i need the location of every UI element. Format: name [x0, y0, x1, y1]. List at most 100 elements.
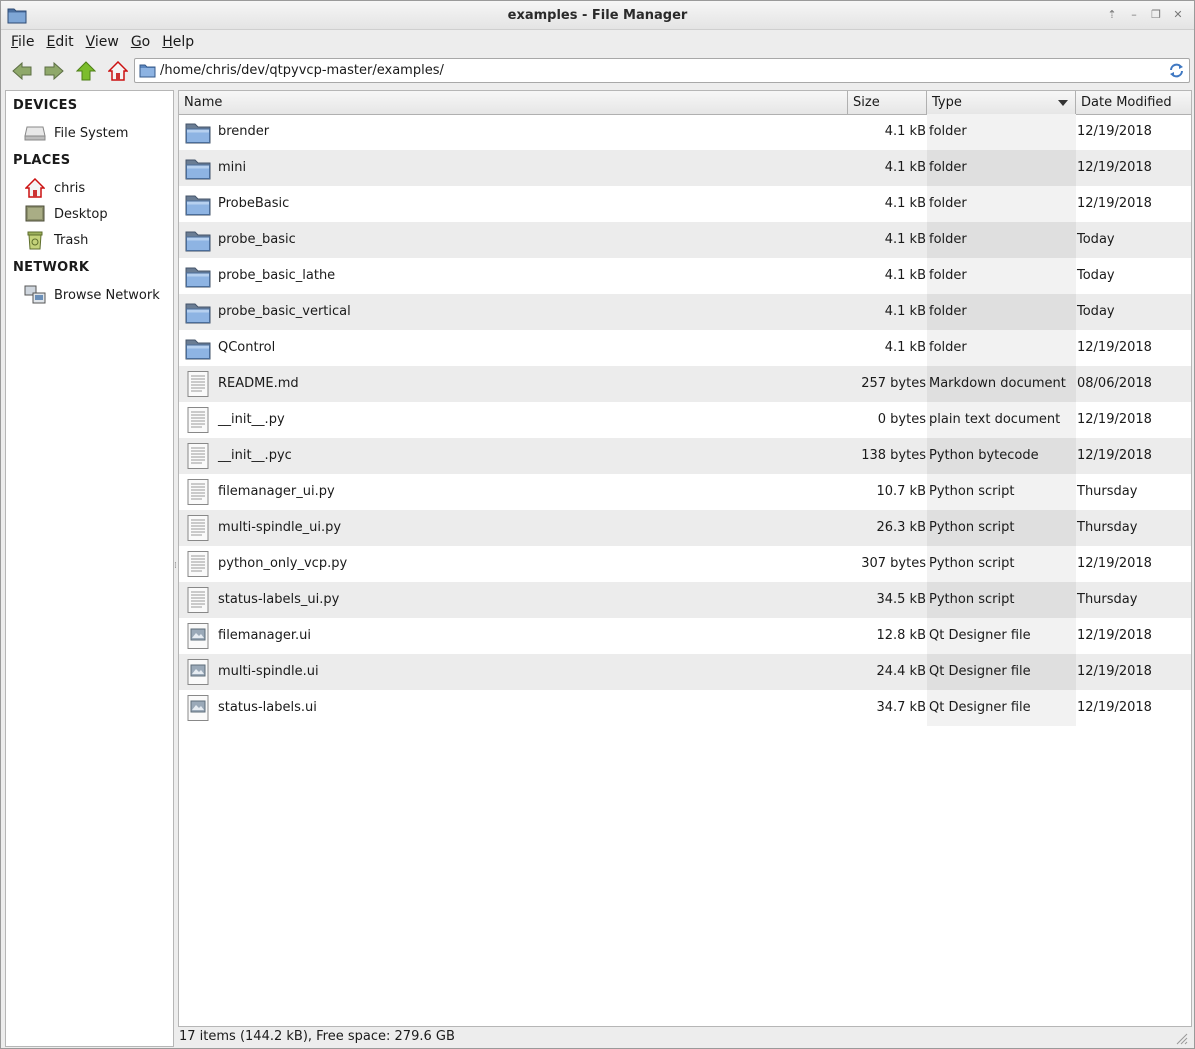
home-button[interactable] [105, 58, 131, 84]
folder-icon [139, 64, 156, 78]
pane-splitter[interactable]: ⁞ [174, 561, 177, 571]
home-folder-icon [24, 178, 46, 198]
file-name: ProbeBasic [218, 196, 290, 211]
text-document-icon [184, 514, 212, 542]
menu-bar: File Edit View Go Help [1, 30, 1194, 53]
folder-icon [184, 226, 212, 254]
menu-file[interactable]: File [5, 34, 40, 50]
file-size: 4.1 kB [884, 304, 926, 319]
sort-descending-icon [1058, 100, 1068, 106]
column-date[interactable]: Date Modified [1076, 91, 1191, 115]
table-row[interactable]: QControl 4.1 kB folder 12/19/2018 [179, 330, 1191, 366]
reload-icon[interactable] [1168, 62, 1185, 79]
file-size: 4.1 kB [884, 160, 926, 175]
file-date: Thursday [1077, 592, 1138, 607]
table-row[interactable]: filemanager_ui.py 10.7 kB Python script Thu… [179, 474, 1191, 510]
title-bar[interactable]: examples - File Manager ⇡ – ❐ ✕ [1, 1, 1194, 30]
column-size[interactable]: Size [848, 91, 927, 115]
file-type: folder [929, 124, 967, 139]
file-date: 12/19/2018 [1077, 700, 1152, 715]
shade-icon[interactable]: ⇡ [1102, 6, 1122, 24]
column-type-label: Type [932, 95, 962, 110]
status-text: 17 items (144.2 kB), Free space: 279.6 G… [179, 1029, 455, 1044]
table-row[interactable]: status-labels.ui 34.7 kB Qt Designer file 1… [179, 690, 1191, 726]
file-date: 12/19/2018 [1077, 448, 1152, 463]
file-date: 12/19/2018 [1077, 124, 1152, 139]
file-date: 12/19/2018 [1077, 196, 1152, 211]
table-row[interactable]: status-labels_ui.py 34.5 kB Python script T… [179, 582, 1191, 618]
sidebar-item-label: Trash [54, 232, 89, 248]
menu-help-mnemonic: H [162, 33, 173, 50]
table-row[interactable]: probe_basic 4.1 kB folder Today [179, 222, 1191, 258]
table-row[interactable]: multi-spindle.ui 24.4 kB Qt Designer file 1… [179, 654, 1191, 690]
file-size: 12.8 kB [876, 628, 926, 643]
table-row[interactable]: ProbeBasic 4.1 kB folder 12/19/2018 [179, 186, 1191, 222]
file-size: 4.1 kB [884, 124, 926, 139]
forward-arrow-icon [44, 62, 64, 80]
desktop-icon [24, 204, 46, 224]
menu-go-mnemonic: G [130, 33, 142, 50]
sidebar-item-trash[interactable]: Trash [24, 229, 88, 251]
maximize-icon[interactable]: ❐ [1146, 6, 1166, 24]
file-type: folder [929, 160, 967, 175]
file-manager-window: examples - File Manager ⇡ – ❐ ✕ File Edi… [0, 0, 1195, 1049]
file-size: 4.1 kB [884, 268, 926, 283]
column-type[interactable]: Type [927, 91, 1076, 115]
table-row[interactable]: README.md 257 bytes Markdown document 08/06… [179, 366, 1191, 402]
file-size: 138 bytes [861, 448, 926, 463]
forward-button[interactable] [41, 58, 67, 84]
ui-file-icon [184, 658, 212, 686]
file-name: probe_basic_vertical [218, 304, 351, 319]
resize-grip-icon[interactable] [1176, 1033, 1188, 1045]
table-row[interactable]: probe_basic_lathe 4.1 kB folder Today [179, 258, 1191, 294]
table-row[interactable]: multi-spindle_ui.py 26.3 kB Python script T… [179, 510, 1191, 546]
sidebar-item-desktop[interactable]: Desktop [24, 203, 108, 225]
sidebar-item-file-system[interactable]: File System [24, 122, 128, 144]
file-name: brender [218, 124, 270, 139]
table-row[interactable]: filemanager.ui 12.8 kB Qt Designer file 12/… [179, 618, 1191, 654]
table-row[interactable]: probe_basic_vertical 4.1 kB folder Today [179, 294, 1191, 330]
trash-icon [24, 230, 46, 250]
menu-go[interactable]: Go [125, 34, 156, 50]
menu-view[interactable]: View [80, 34, 125, 50]
up-arrow-icon [76, 61, 96, 81]
column-name[interactable]: Name [179, 91, 848, 115]
table-row[interactable]: mini 4.1 kB folder 12/19/2018 [179, 150, 1191, 186]
table-row[interactable]: brender 4.1 kB folder 12/19/2018 [179, 114, 1191, 150]
table-row[interactable]: __init__.pyc 138 bytes Python bytecode 12/1… [179, 438, 1191, 474]
folder-icon [184, 334, 212, 362]
file-size: 307 bytes [861, 556, 926, 571]
file-type: folder [929, 196, 967, 211]
text-document-icon [184, 550, 212, 578]
up-button[interactable] [73, 58, 99, 84]
table-row[interactable]: python_only_vcp.py 307 bytes Python script… [179, 546, 1191, 582]
file-type: Python script [929, 484, 1015, 499]
file-type: folder [929, 340, 967, 355]
menu-edit-label: dit [55, 33, 74, 50]
sidebar-item-chris[interactable]: chris [24, 177, 85, 199]
menu-file-mnemonic: F [11, 33, 19, 50]
back-button[interactable] [9, 58, 35, 84]
file-size: 34.7 kB [876, 700, 926, 715]
file-type: folder [929, 232, 967, 247]
file-type: Python script [929, 592, 1015, 607]
file-type: Qt Designer file [929, 664, 1031, 679]
ui-file-icon [184, 622, 212, 650]
folder-icon [184, 262, 212, 290]
sidebar-item-label: Browse Network [54, 287, 160, 303]
file-type: Python script [929, 556, 1015, 571]
menu-view-label: iew [94, 33, 119, 50]
file-date: 12/19/2018 [1077, 160, 1152, 175]
file-type: Qt Designer file [929, 700, 1031, 715]
menu-edit[interactable]: Edit [40, 34, 79, 50]
home-icon [108, 61, 128, 81]
location-bar[interactable]: /home/chris/dev/qtpyvcp-master/examples/ [134, 58, 1190, 83]
sidebar-item-browse-network[interactable]: Browse Network [24, 284, 160, 306]
table-row[interactable]: __init__.py 0 bytes plain text document 12/… [179, 402, 1191, 438]
close-icon[interactable]: ✕ [1168, 6, 1188, 24]
file-type: folder [929, 304, 967, 319]
minimize-icon[interactable]: – [1124, 6, 1144, 24]
location-path: /home/chris/dev/qtpyvcp-master/examples/ [160, 63, 444, 78]
folder-icon [184, 190, 212, 218]
menu-help[interactable]: Help [156, 34, 200, 50]
